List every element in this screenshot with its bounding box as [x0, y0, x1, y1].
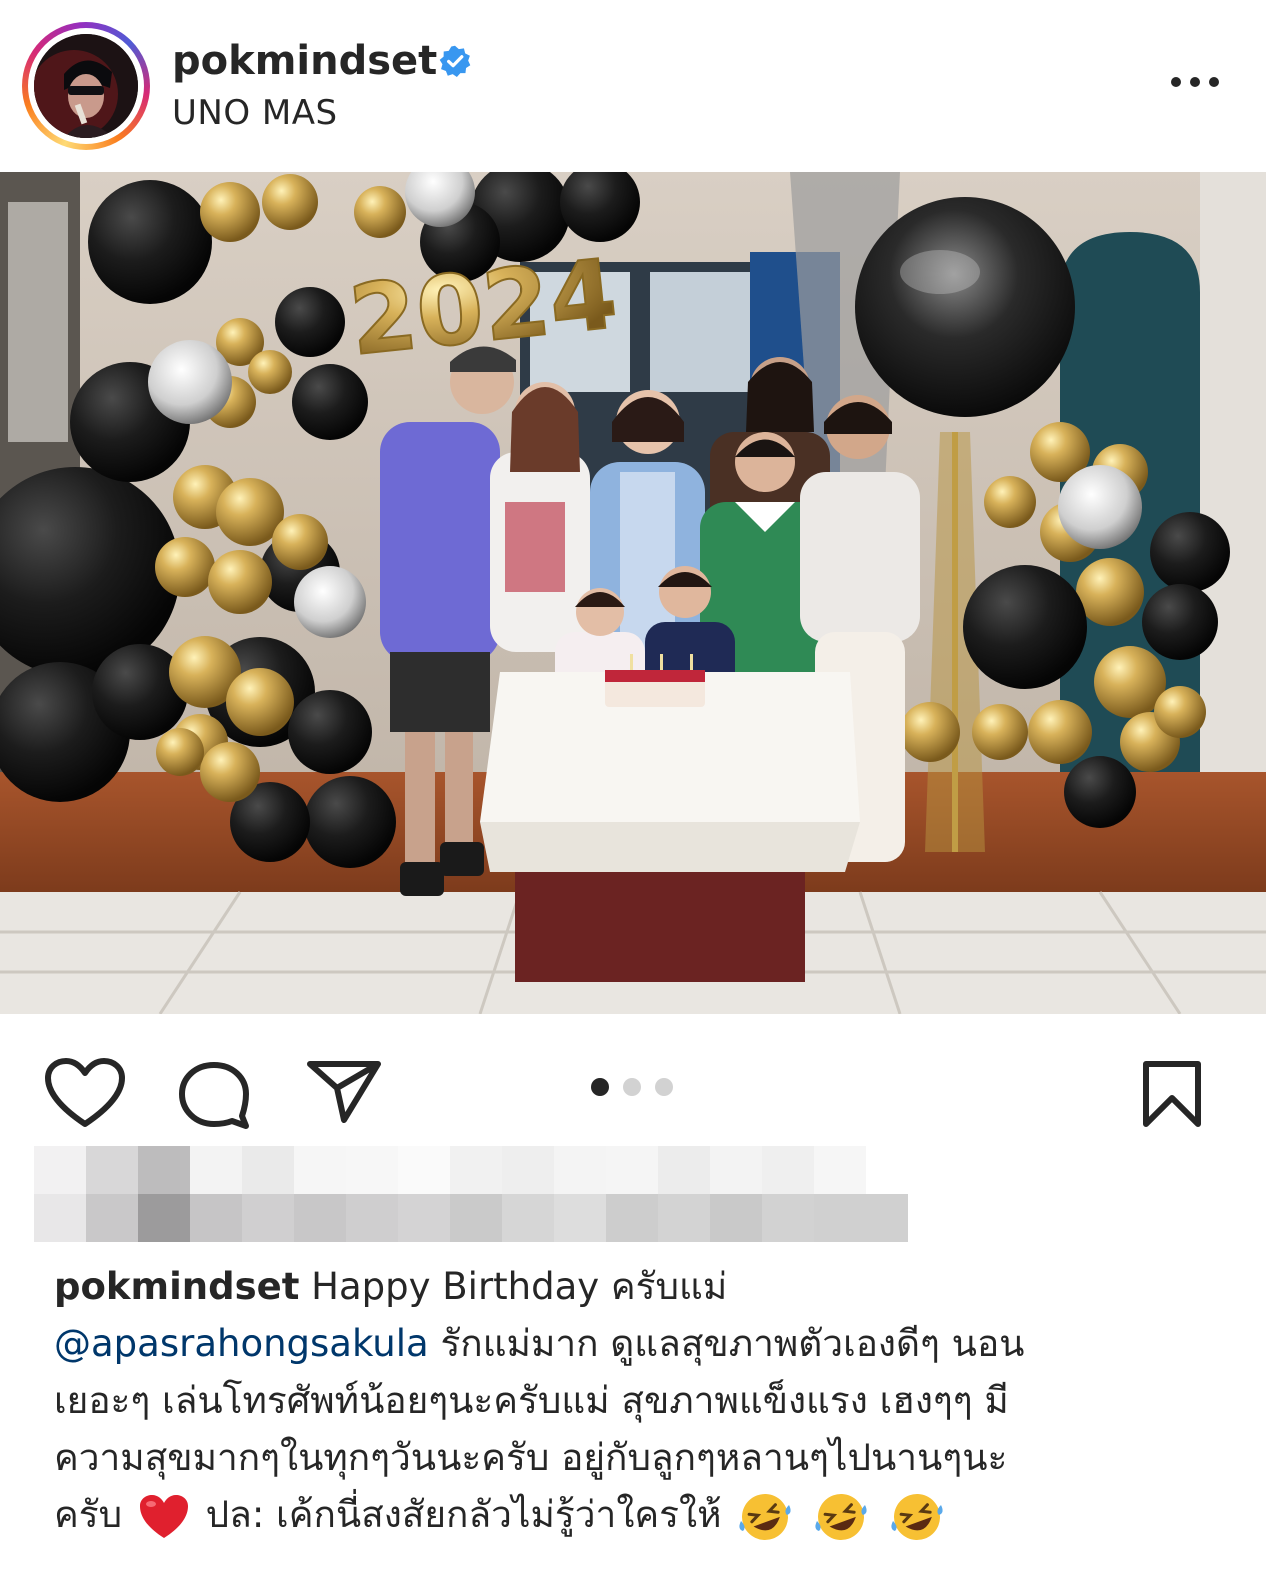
caption-line-3: เยอะๆ เล่นโทรศัพท์น้อยๆนะครับแม่ สุขภาพแ… [54, 1379, 1009, 1422]
caption-text: รักแม่มาก ดูแลสุขภาพตัวเองดีๆ นอน [440, 1322, 1025, 1365]
laughing-emoji-icon [739, 1493, 791, 1540]
caption-text: Happy Birthday ครับแม่ [311, 1265, 728, 1308]
avatar[interactable] [34, 34, 138, 138]
blurred-likes [34, 1146, 908, 1242]
caption-text: ครับ [54, 1493, 123, 1536]
post-username[interactable]: pokmindset [172, 38, 437, 84]
caption-line-4: ความสุขมากๆในทุกๆวันนะครับ อยู่กับลูกๆหล… [54, 1436, 1008, 1479]
laughing-emoji-icon [815, 1493, 867, 1540]
caption-line-1: pokmindset Happy Birthday ครับแม่ [54, 1258, 1234, 1315]
carousel-indicator [591, 1078, 673, 1096]
caption-text: ปล: เค้กนี่สงสัยกลัวไม่รู้ว่าใครให้ [205, 1493, 722, 1536]
caption-line-5: ครับ ปล: เค้กนี่สงสัยกลัวไม่รู้ว่าใครให้ [54, 1486, 1234, 1543]
comment-bubble-icon[interactable] [176, 1060, 252, 1130]
verified-badge-icon [439, 45, 471, 77]
heart-icon[interactable] [44, 1058, 126, 1130]
carousel-dot-active [591, 1078, 609, 1096]
post-header: pokmindset UNO MAS [0, 0, 1280, 172]
caption-username[interactable]: pokmindset [54, 1265, 299, 1308]
post-caption: pokmindset Happy Birthday ครับแม่ @apasr… [54, 1258, 1234, 1543]
post-location[interactable]: UNO MAS [172, 93, 338, 133]
carousel-dot [623, 1078, 641, 1096]
party-photo: 2024 [0, 172, 1266, 1014]
post-photo[interactable]: 2024 [0, 172, 1266, 1014]
caption-line-2: @apasrahongsakula รักแม่มาก ดูแลสุขภาพตั… [54, 1315, 1234, 1372]
bookmark-icon[interactable] [1140, 1060, 1204, 1128]
red-heart-icon [139, 1494, 188, 1538]
carousel-dot [655, 1078, 673, 1096]
more-options-icon[interactable] [1168, 62, 1222, 102]
paper-plane-icon[interactable] [304, 1058, 384, 1124]
caption-mention-link[interactable]: @apasrahongsakula [54, 1322, 429, 1365]
story-ring[interactable] [22, 22, 150, 150]
laughing-emoji-icon [891, 1493, 943, 1540]
